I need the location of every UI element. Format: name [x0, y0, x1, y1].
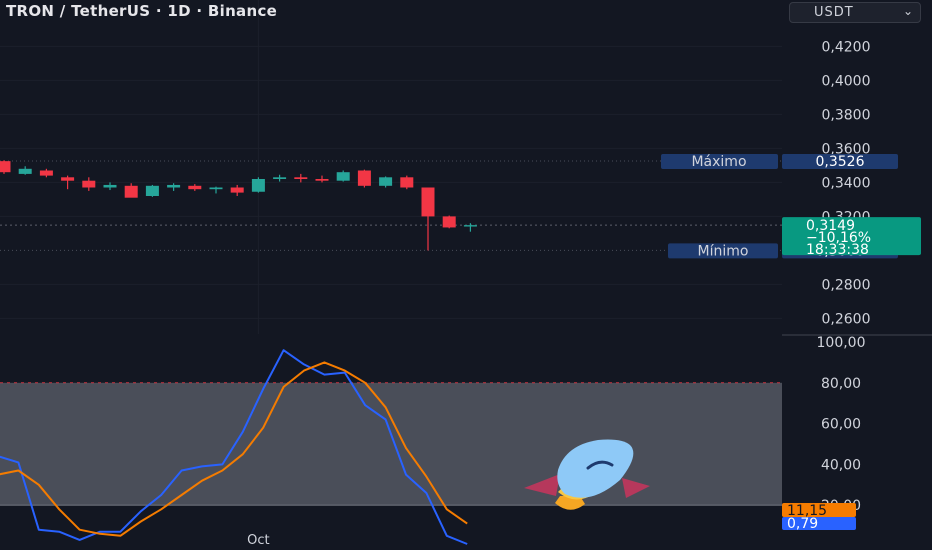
- k-value: 0,79: [787, 516, 818, 532]
- bar-countdown: 18:33:38: [806, 242, 869, 258]
- candle-body: [0, 161, 11, 173]
- time-axis-label: Oct: [247, 533, 269, 548]
- overbought-oversold-band: [0, 382, 782, 506]
- max-label: Máximo: [691, 154, 746, 170]
- oscillator-tick-label: 60,00: [821, 417, 861, 433]
- candle-body: [18, 168, 32, 174]
- price-tick-label: 0,3800: [822, 107, 871, 123]
- candle-body: [421, 187, 435, 217]
- candle-body: [230, 187, 244, 193]
- currency-label: USDT: [814, 5, 854, 20]
- candle-body: [442, 216, 456, 228]
- candle-body: [61, 177, 75, 181]
- price-tick-label: 0,4200: [822, 39, 871, 55]
- candle-body: [273, 177, 287, 179]
- candle-body: [379, 177, 393, 186]
- price-axis[interactable]: 0,42000,40000,38000,36000,34000,32000,28…: [822, 39, 871, 327]
- candle-body: [251, 179, 265, 192]
- oscillator-tick-label: 40,00: [821, 457, 861, 473]
- candle-body: [357, 170, 371, 186]
- oscillator-tick-label: 80,00: [821, 376, 861, 392]
- price-tick-label: 0,3400: [822, 175, 871, 191]
- candle-body: [124, 185, 138, 198]
- candle-body: [315, 179, 329, 181]
- candle-body: [103, 184, 117, 188]
- candle-body: [39, 170, 53, 176]
- max-value: 0,3526: [816, 154, 865, 170]
- price-tick-label: 0,2800: [822, 277, 871, 293]
- price-tick-label: 0,4000: [822, 73, 871, 89]
- currency-selector[interactable]: USDT ⌄: [789, 2, 921, 23]
- candle-body: [400, 177, 414, 188]
- price-tick-label: 0,2600: [822, 311, 871, 327]
- oscillator-pane[interactable]: [0, 334, 782, 550]
- chart-canvas[interactable]: 0,42000,40000,38000,36000,34000,32000,28…: [0, 0, 932, 550]
- candle-body: [294, 177, 308, 179]
- chart-title: TRON / TetherUS · 1D · Binance: [6, 2, 278, 20]
- oscillator-tick-label: 100,00: [817, 335, 866, 351]
- min-label: Mínimo: [698, 243, 749, 259]
- candle-body: [167, 184, 181, 188]
- candle-body: [145, 185, 159, 196]
- chevron-down-icon: ⌄: [902, 4, 914, 18]
- candle-body: [82, 180, 96, 188]
- candle-body: [209, 187, 223, 190]
- oscillator-axis[interactable]: 100,0080,0060,0040,0020,00: [817, 335, 866, 514]
- candle-body: [336, 172, 350, 181]
- candle-body: [463, 225, 477, 227]
- candle-body: [188, 185, 202, 190]
